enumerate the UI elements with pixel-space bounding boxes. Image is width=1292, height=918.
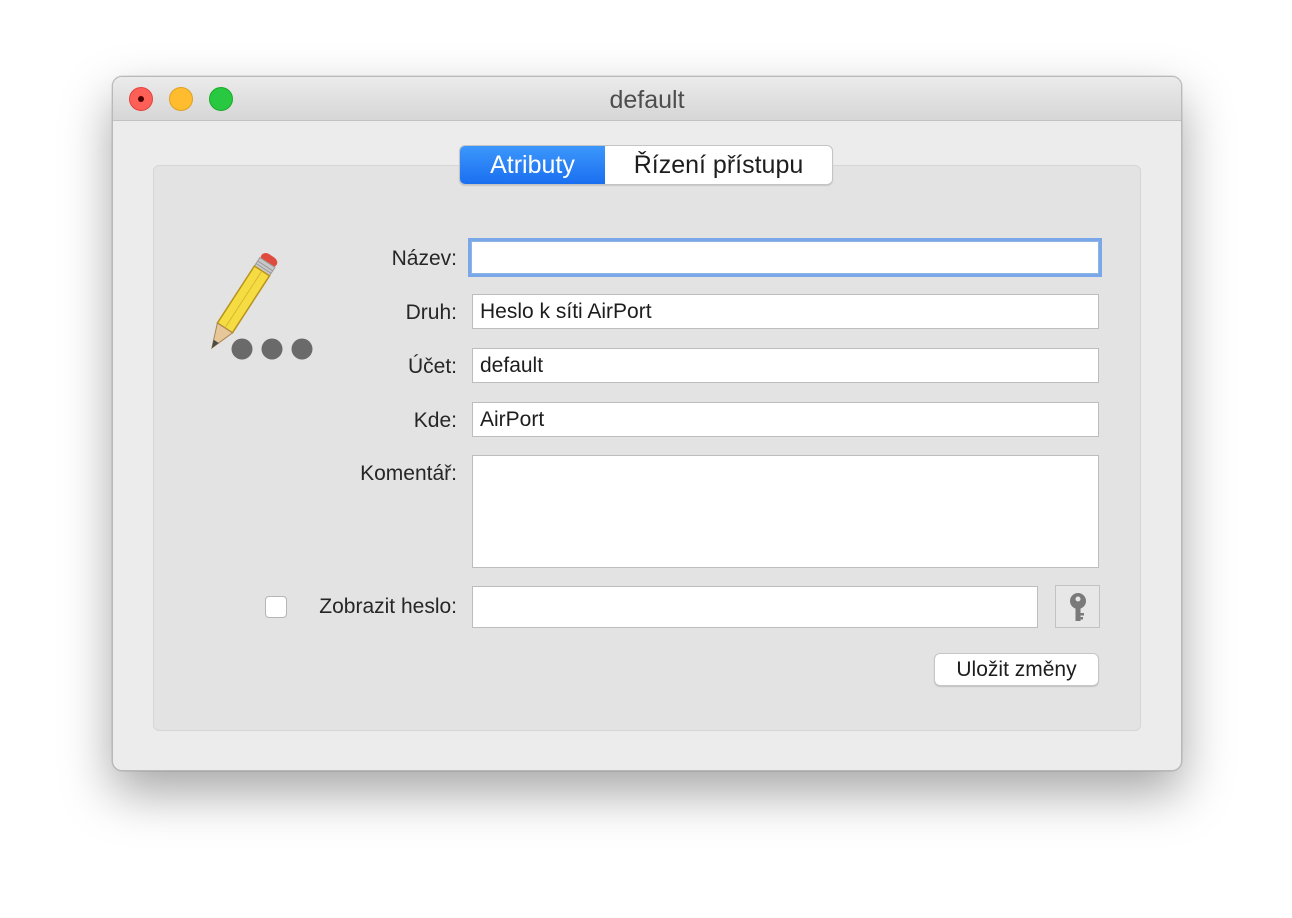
key-icon <box>1070 593 1086 621</box>
password-assistant-button[interactable] <box>1055 585 1100 628</box>
pencil-password-icon <box>211 253 313 360</box>
window-title: default <box>609 86 685 114</box>
account-label: Účet: <box>407 355 457 378</box>
save-changes-button[interactable]: Uložit změny <box>934 653 1099 686</box>
where-field[interactable]: AirPort <box>472 402 1099 437</box>
show-password-label[interactable]: Zobrazit heslo: <box>319 595 457 619</box>
tab-access-control[interactable]: Řízení přístupu <box>605 146 832 184</box>
title-bar[interactable]: default <box>113 77 1181 121</box>
show-password-checkbox[interactable] <box>265 596 287 618</box>
name-field[interactable] <box>471 241 1099 274</box>
comment-label: Komentář: <box>360 462 457 485</box>
comment-textarea[interactable] <box>472 455 1099 568</box>
password-field[interactable] <box>472 586 1038 628</box>
keychain-item-window: default Atributy Řízení přístupu Název: … <box>112 76 1182 771</box>
kind-field[interactable]: Heslo k síti AirPort <box>472 294 1099 329</box>
account-field[interactable]: default <box>472 348 1099 383</box>
tab-attributes[interactable]: Atributy <box>460 146 605 184</box>
where-label: Kde: <box>413 409 457 432</box>
name-label: Název: <box>391 247 457 270</box>
tab-bar: Atributy Řízení přístupu <box>459 145 833 185</box>
kind-label: Druh: <box>405 301 457 324</box>
